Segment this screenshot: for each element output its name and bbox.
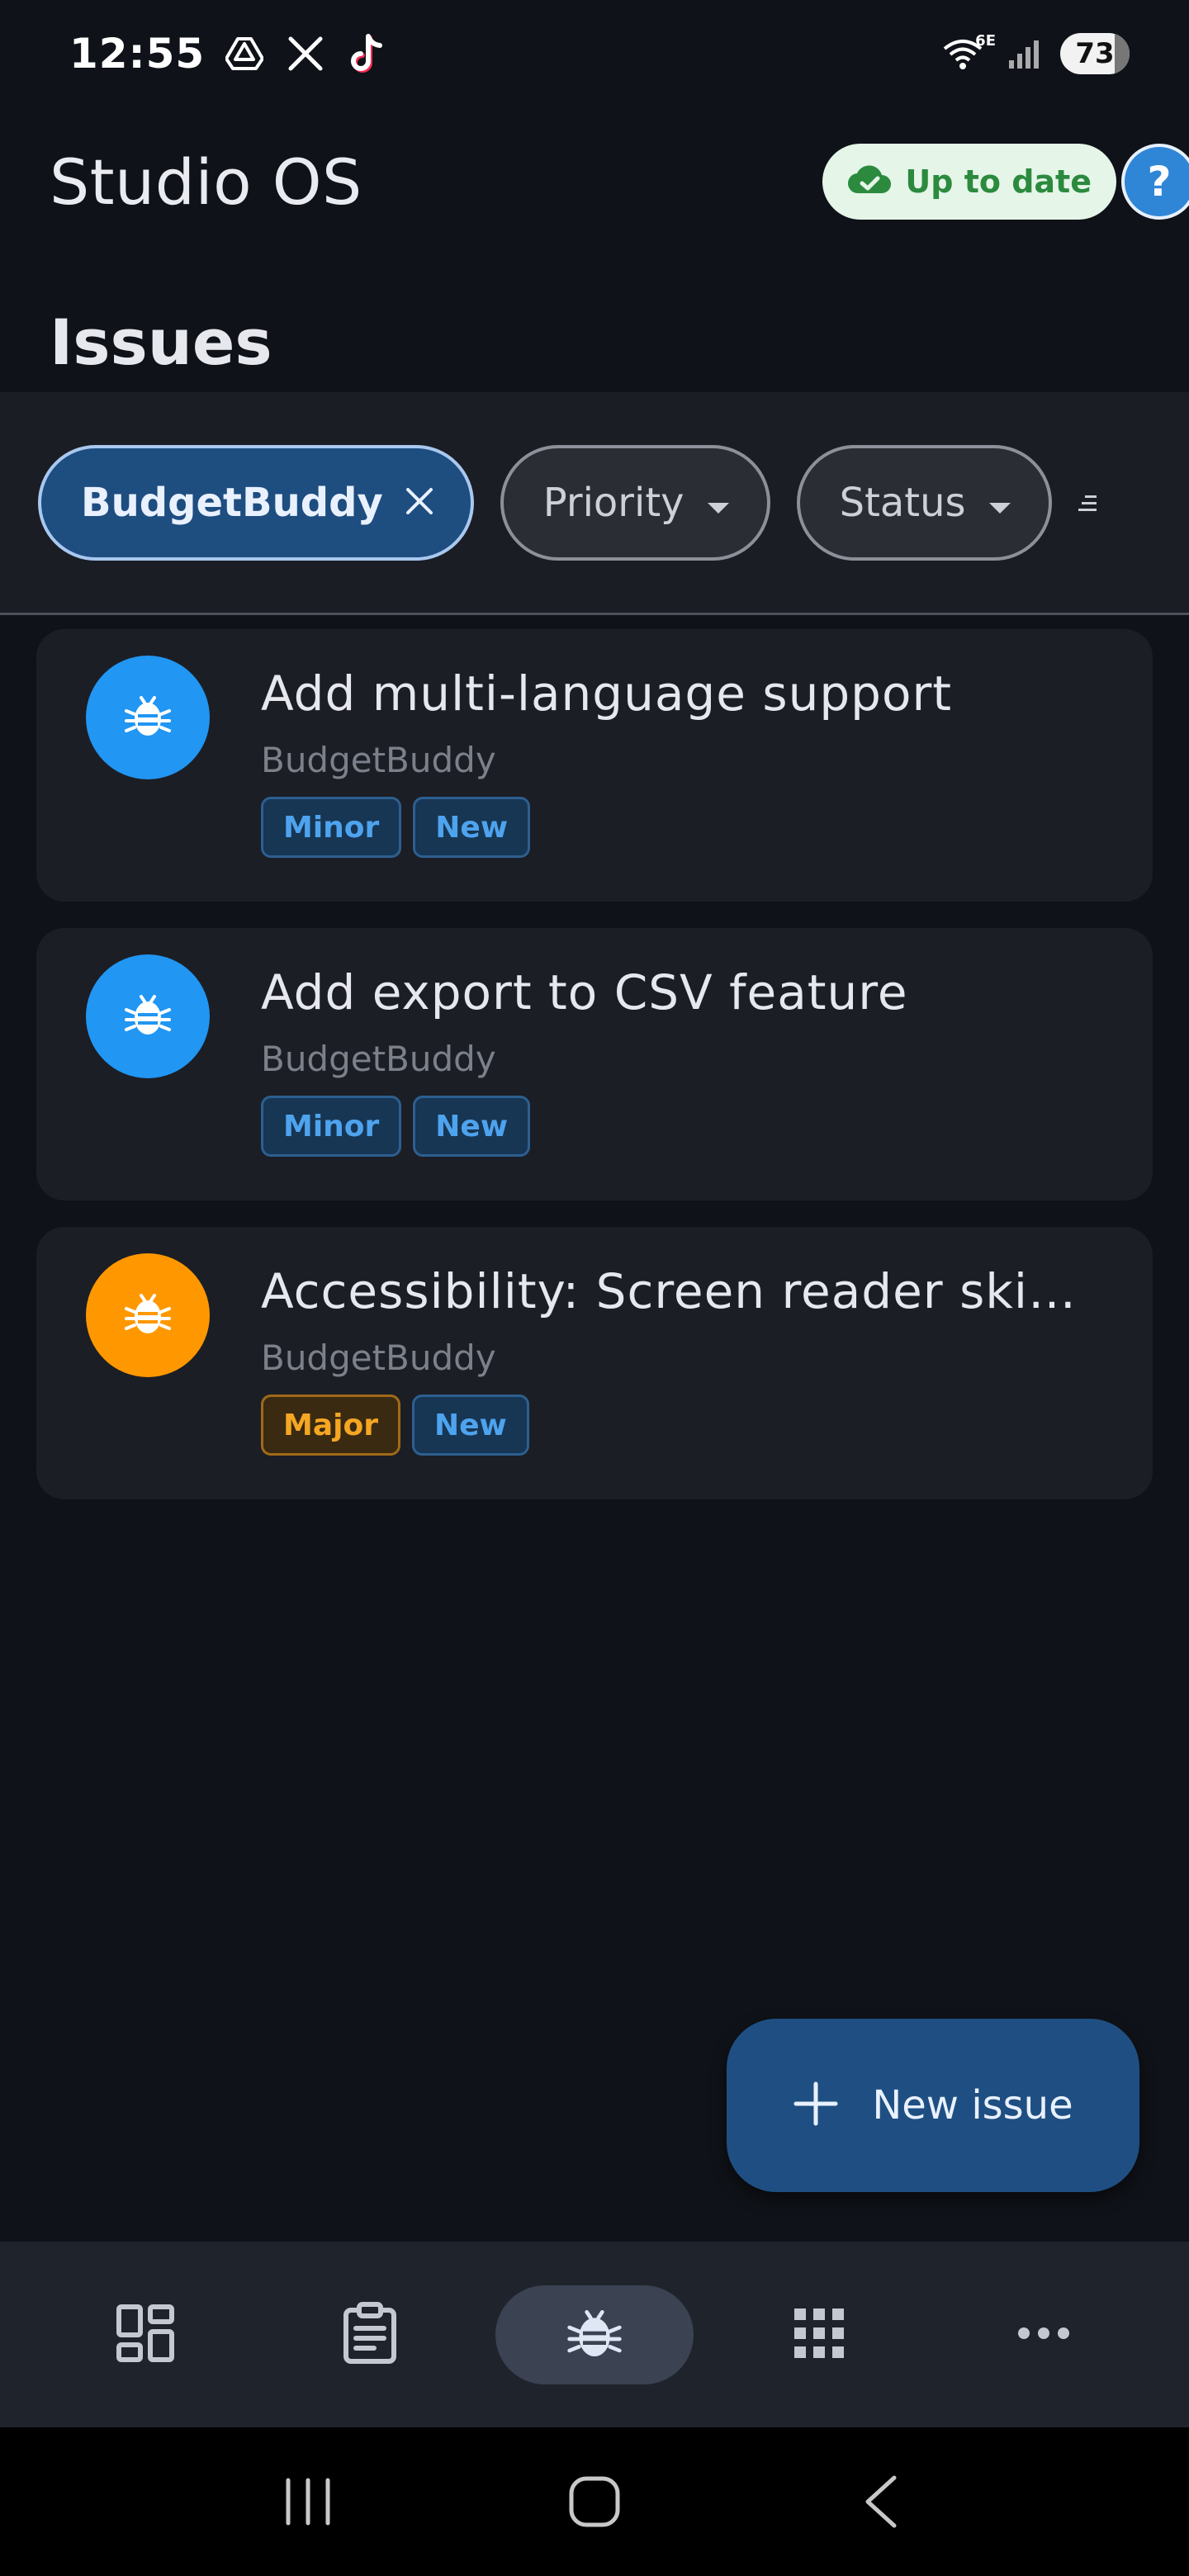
status-time: 12:55 bbox=[69, 30, 206, 78]
issue-body: Accessibility: Screen reader skip… Budge… bbox=[261, 1263, 1120, 1456]
issue-title: Accessibility: Screen reader skip… bbox=[261, 1263, 1087, 1319]
home-button[interactable] bbox=[553, 2460, 636, 2543]
bug-icon bbox=[123, 1289, 173, 1342]
nav-issues[interactable] bbox=[495, 2285, 694, 2384]
tiktok-icon bbox=[345, 32, 388, 75]
network-type-label: 6E bbox=[975, 32, 996, 50]
caret-down-icon bbox=[706, 480, 731, 526]
help-button[interactable]: ? bbox=[1121, 144, 1189, 220]
back-button[interactable] bbox=[840, 2460, 922, 2543]
x-icon bbox=[284, 32, 327, 75]
issue-project: BudgetBuddy bbox=[261, 740, 496, 780]
issue-avatar bbox=[86, 656, 210, 779]
state-badge: New bbox=[413, 797, 531, 858]
severity-badge: Minor bbox=[261, 1096, 402, 1157]
issue-card[interactable]: Add multi-language support BudgetBuddy M… bbox=[36, 629, 1153, 902]
bug-icon bbox=[123, 990, 173, 1043]
issue-tags: Major New bbox=[261, 1395, 1120, 1456]
issue-tags: Minor New bbox=[261, 1096, 1120, 1157]
nav-dashboard[interactable] bbox=[46, 2285, 244, 2384]
bug-icon bbox=[566, 2304, 623, 2365]
status-bar: 12:55 6E 73 bbox=[0, 0, 1189, 107]
app-bar: Studio OS Up to date ? bbox=[0, 124, 1189, 239]
more-icon bbox=[1016, 2326, 1071, 2344]
help-icon: ? bbox=[1147, 158, 1172, 206]
status-left: 12:55 bbox=[69, 30, 388, 78]
wifi-icon: 6E bbox=[938, 32, 996, 75]
issue-title: Add export to CSV feature bbox=[261, 964, 908, 1020]
nav-more[interactable] bbox=[945, 2285, 1143, 2384]
bottom-nav bbox=[0, 2242, 1189, 2427]
recent-apps-button[interactable] bbox=[267, 2460, 349, 2543]
issue-title: Add multi-language support bbox=[261, 665, 953, 722]
nav-apps[interactable] bbox=[720, 2285, 918, 2384]
issue-body: Add export to CSV feature BudgetBuddy Mi… bbox=[261, 964, 1120, 1157]
bug-icon bbox=[123, 691, 173, 744]
caret-down-icon bbox=[988, 480, 1012, 526]
battery-icon: 73 bbox=[1060, 33, 1130, 74]
issue-project: BudgetBuddy bbox=[261, 1338, 496, 1378]
close-icon[interactable] bbox=[405, 480, 434, 526]
issue-card[interactable]: Accessibility: Screen reader skip… Budge… bbox=[36, 1227, 1153, 1499]
new-issue-button[interactable]: New issue bbox=[727, 2019, 1139, 2192]
issue-body: Add multi-language support BudgetBuddy M… bbox=[261, 665, 1120, 858]
priority-filter-label: Priority bbox=[542, 479, 685, 526]
priority-filter-chip[interactable]: Priority bbox=[500, 444, 770, 561]
more-filters-icon[interactable] bbox=[1078, 445, 1128, 561]
issue-card[interactable]: Add export to CSV feature BudgetBuddy Mi… bbox=[36, 928, 1153, 1200]
nav-tasks[interactable] bbox=[271, 2285, 469, 2384]
system-nav-bar bbox=[0, 2427, 1189, 2576]
state-badge: New bbox=[411, 1395, 529, 1456]
sync-status-chip[interactable]: Up to date bbox=[822, 144, 1116, 220]
status-filter-chip[interactable]: Status bbox=[796, 444, 1052, 561]
sync-status-label: Up to date bbox=[905, 163, 1092, 200]
status-right: 6E 73 bbox=[938, 32, 1130, 75]
severity-badge: Major bbox=[261, 1395, 400, 1456]
clipboard-icon bbox=[341, 2301, 399, 2368]
issue-project: BudgetBuddy bbox=[261, 1039, 496, 1079]
dashboard-icon bbox=[116, 2304, 175, 2366]
state-badge: New bbox=[413, 1096, 531, 1157]
new-issue-label: New issue bbox=[872, 2082, 1073, 2129]
issue-tags: Minor New bbox=[261, 797, 1120, 858]
project-filter-chip[interactable]: BudgetBuddy bbox=[38, 444, 474, 561]
app-title: Studio OS bbox=[50, 144, 362, 219]
apps-grid-icon bbox=[793, 2307, 846, 2363]
issue-avatar bbox=[86, 954, 210, 1078]
severity-badge: Minor bbox=[261, 797, 402, 858]
issue-avatar bbox=[86, 1253, 210, 1377]
drive-icon bbox=[223, 32, 266, 75]
app-actions: Up to date ? bbox=[822, 144, 1189, 220]
signal-icon bbox=[1002, 32, 1045, 75]
plus-icon bbox=[793, 2081, 839, 2130]
page-title: Issues bbox=[50, 305, 272, 379]
project-filter-label: BudgetBuddy bbox=[81, 479, 383, 526]
status-filter-label: Status bbox=[839, 479, 966, 526]
cloud-check-icon bbox=[847, 163, 892, 200]
battery-level: 73 bbox=[1075, 37, 1115, 70]
filter-bar: BudgetBuddy Priority Status bbox=[0, 392, 1189, 615]
issue-list: Add multi-language support BudgetBuddy M… bbox=[36, 629, 1153, 1526]
